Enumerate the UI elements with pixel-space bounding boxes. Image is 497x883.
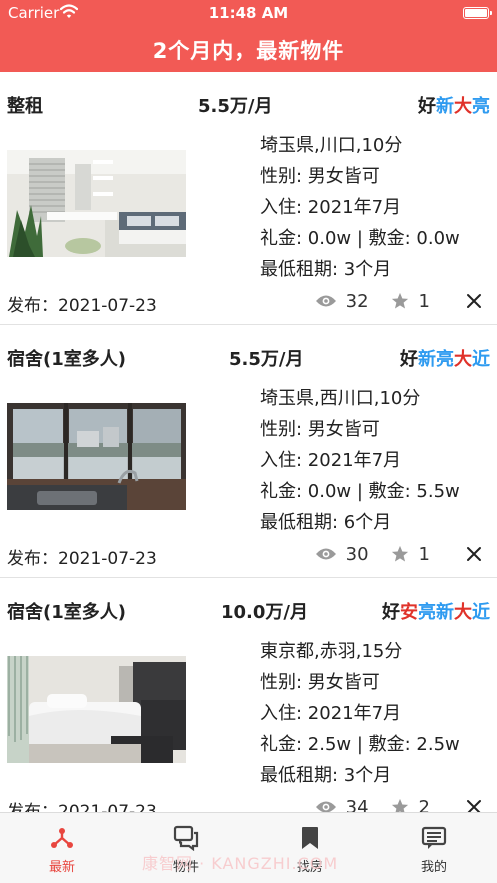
tab-label: 最新: [48, 860, 75, 875]
listing-card[interactable]: 宿舍(1室多人) 5.5万/月 好新亮大近 埼玉県,西川口,10分 性别: 男女…: [0, 325, 497, 578]
page-title: 2个月内，最新物件: [152, 39, 345, 63]
listings-icon: [173, 825, 199, 851]
balcony-view-photo[interactable]: [7, 403, 186, 510]
listing-tag: 近: [472, 602, 490, 623]
listing-tags: 好安亮新大近: [382, 598, 490, 624]
listing-min-term: 最低租期: 6个月: [260, 512, 392, 533]
listing-move-in: 入住: 2021年7月: [260, 450, 402, 471]
star-icon[interactable]: [391, 798, 409, 812]
bedroom-photo[interactable]: [7, 656, 186, 763]
view-count: 30: [345, 543, 369, 565]
listing-posted-date: 发布：2021-07-23: [7, 802, 157, 812]
listing-stats: 32 1: [315, 289, 482, 313]
listing-price: 5.5万/月: [198, 96, 273, 117]
listing-tag: 好: [400, 349, 418, 370]
close-icon[interactable]: [466, 293, 482, 309]
status-bar: Carrier 11:48 AM: [0, 0, 497, 28]
listing-fees: 礼金: 0.0w | 敷金: 0.0w: [260, 228, 460, 249]
listing-location: 埼玉県,川口,10分: [260, 135, 403, 156]
latest-icon: [51, 828, 73, 848]
listing-list[interactable]: 整租 5.5万/月 好新大亮 埼玉県,川口,10分 性别: 男女皆可 入住: 2…: [0, 72, 497, 812]
favorite-count: 2: [418, 796, 430, 813]
listing-tag: 新: [436, 602, 454, 623]
listing-gender: 性别: 男女皆可: [260, 419, 380, 440]
listing-card[interactable]: 整租 5.5万/月 好新大亮 埼玉県,川口,10分 性别: 男女皆可 入住: 2…: [0, 72, 497, 325]
nav-bar: 2个月内，最新物件: [0, 28, 497, 72]
battery-icon: [463, 7, 492, 19]
tab-label: 我的: [420, 860, 447, 875]
listing-posted-date: 发布：2021-07-23: [7, 549, 157, 569]
listing-location: 埼玉県,西川口,10分: [260, 388, 421, 409]
listing-type: 整租: [7, 96, 43, 117]
favorite-count: 1: [418, 543, 430, 565]
close-icon[interactable]: [466, 799, 482, 812]
listing-tag: 亮: [436, 349, 454, 370]
listing-details: 東京都,赤羽,15分 性别: 男女皆可 入住: 2021年7月 礼金: 2.5w…: [260, 636, 495, 791]
listing-tag: 新: [436, 96, 454, 117]
tab-latest[interactable]: 最新: [0, 813, 124, 883]
listing-gender: 性别: 男女皆可: [260, 166, 380, 187]
listing-tags: 好新大亮: [418, 92, 490, 118]
close-icon[interactable]: [466, 546, 482, 562]
messages-icon: [421, 826, 447, 849]
listing-tag: 亮: [472, 96, 490, 117]
listing-type: 宿舍(1室多人): [7, 349, 126, 370]
listing-posted-date: 发布：2021-07-23: [7, 296, 157, 316]
eye-icon: [315, 548, 336, 560]
listing-tag: 好: [418, 96, 436, 117]
listing-move-in: 入住: 2021年7月: [260, 703, 402, 724]
listing-details: 埼玉県,西川口,10分 性别: 男女皆可 入住: 2021年7月 礼金: 0.0…: [260, 383, 495, 538]
listing-price: 10.0万/月: [221, 602, 308, 623]
listing-tag: 近: [472, 349, 490, 370]
view-count: 34: [345, 796, 369, 813]
listing-move-in: 入住: 2021年7月: [260, 197, 402, 218]
listing-fees: 礼金: 2.5w | 敷金: 2.5w: [260, 734, 460, 755]
listing-fees: 礼金: 0.0w | 敷金: 5.5w: [260, 481, 460, 502]
eye-icon: [315, 801, 336, 812]
star-icon[interactable]: [391, 292, 409, 310]
eye-icon: [315, 295, 336, 307]
listing-stats: 30 1: [315, 542, 482, 566]
bright-room-photo[interactable]: [7, 150, 186, 257]
view-count: 32: [345, 290, 369, 312]
listing-tag: 大: [454, 602, 472, 623]
listing-tag: 安: [400, 602, 418, 623]
favorite-count: 1: [418, 290, 430, 312]
watermark: 康智网 · KANGZHI.COM: [142, 854, 339, 873]
listing-tag: 大: [454, 96, 472, 117]
listing-min-term: 最低租期: 3个月: [260, 765, 392, 786]
listing-tags: 好新亮大近: [400, 345, 490, 371]
bookmark-icon: [302, 827, 318, 849]
listing-min-term: 最低租期: 3个月: [260, 259, 392, 280]
listing-card[interactable]: 宿舍(1室多人) 10.0万/月 好安亮新大近 東京都,赤羽,15分 性别: 男…: [0, 578, 497, 812]
listing-type: 宿舍(1室多人): [7, 602, 126, 623]
clock: 11:48 AM: [208, 4, 289, 22]
listing-tag: 新: [418, 349, 436, 370]
listing-stats: 34 2: [315, 795, 482, 813]
listing-location: 東京都,赤羽,15分: [260, 641, 403, 662]
star-icon[interactable]: [391, 545, 409, 563]
listing-gender: 性别: 男女皆可: [260, 672, 380, 693]
listing-price: 5.5万/月: [229, 349, 304, 370]
tab-me[interactable]: 我的: [372, 813, 496, 883]
listing-details: 埼玉県,川口,10分 性别: 男女皆可 入住: 2021年7月 礼金: 0.0w…: [260, 130, 495, 285]
listing-tag: 亮: [418, 602, 436, 623]
listing-tag: 大: [454, 349, 472, 370]
listing-tag: 好: [382, 602, 400, 623]
